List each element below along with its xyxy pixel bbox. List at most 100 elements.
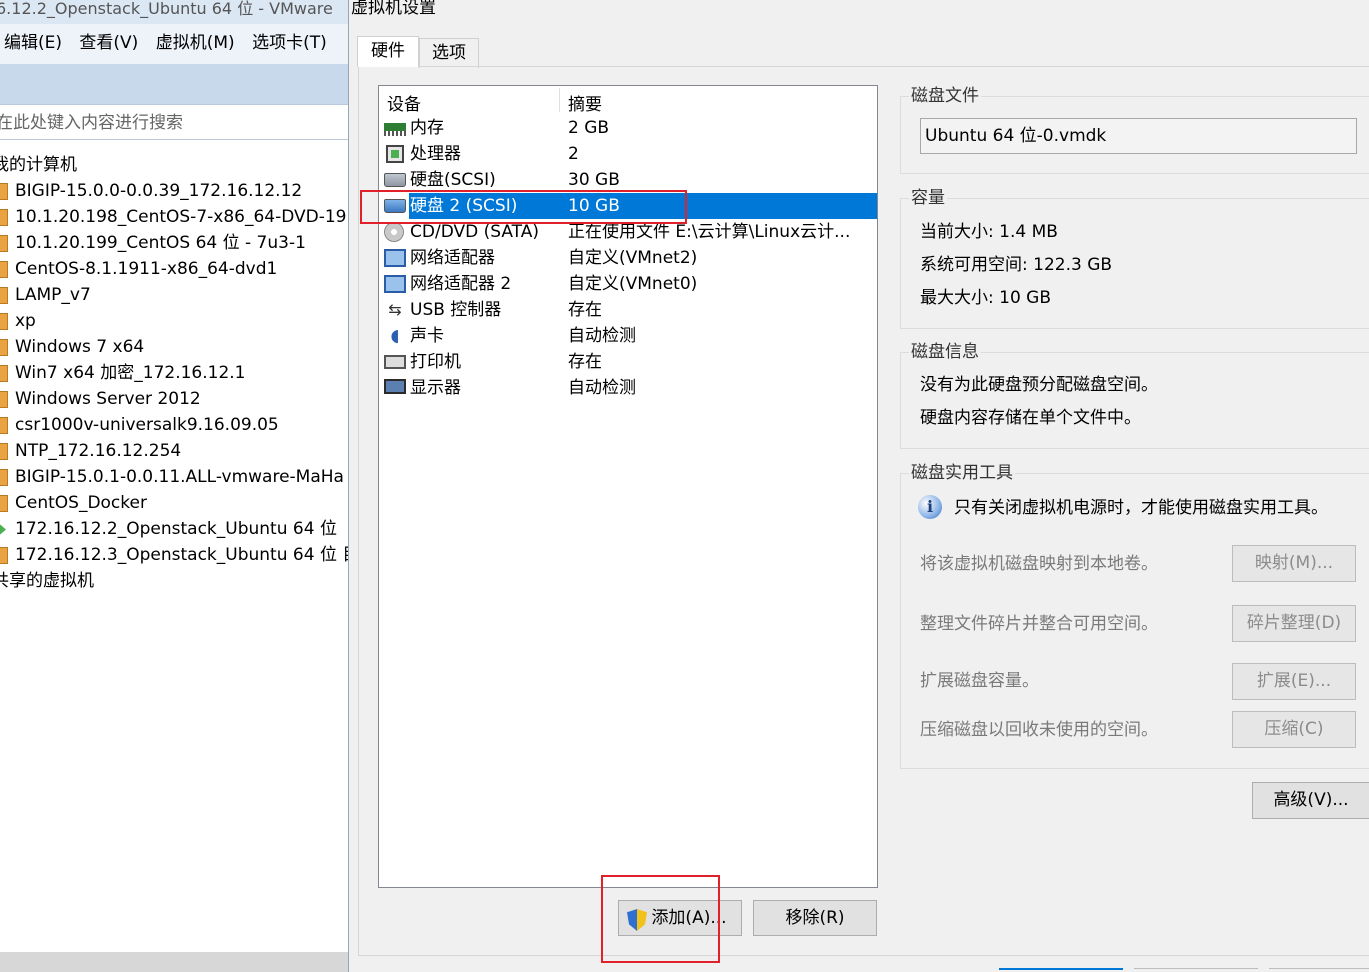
vm-icon xyxy=(0,183,8,200)
library-vm-item[interactable]: 172.16.12.2_Openstack_Ubuntu 64 位 xyxy=(0,516,352,542)
disk-utilities-group: 磁盘实用工具 i 只有关闭虚拟机电源时，才能使用磁盘实用工具。 将该虚拟机磁盘映… xyxy=(900,462,1369,769)
vmware-menu-bar: 编辑(E) 查看(V) 虚拟机(M) 选项卡(T) xyxy=(0,24,352,64)
vm-running-icon xyxy=(0,521,6,538)
add-button-label: 添加(A)... xyxy=(651,908,727,928)
library-item-label: 172.16.12.2_Openstack_Ubuntu 64 位 xyxy=(15,519,337,539)
library-item-label: 共享的虚拟机 xyxy=(0,571,94,591)
device-row[interactable]: 内存 2 GB xyxy=(379,115,877,141)
library-item-label: BIGIP-15.0.0-0.0.39_172.16.12.12 xyxy=(15,181,303,201)
vm-icon xyxy=(0,209,8,226)
disk-file-group: 磁盘文件 Ubuntu 64 位-0.vmdk xyxy=(900,85,1369,174)
add-device-button[interactable]: 添加(A)... xyxy=(618,900,742,936)
device-row[interactable]: 显示器 自动检测 xyxy=(379,375,877,401)
device-name: USB 控制器 xyxy=(410,300,502,320)
memory-icon xyxy=(384,119,406,137)
vmware-main-window: 6.12.2_Openstack_Ubuntu 64 位 - VMware 编辑… xyxy=(0,0,352,972)
library-vm-item[interactable]: Windows Server 2012 xyxy=(0,386,352,412)
compact-description: 压缩磁盘以回收未使用的空间。 xyxy=(920,720,1158,740)
library-item-label: csr1000v-universalk9.16.09.05 xyxy=(15,415,279,435)
device-name: 网络适配器 2 xyxy=(410,274,512,294)
defrag-description: 整理文件碎片并整合可用空间。 xyxy=(920,614,1158,634)
device-row[interactable]: ⇆ USB 控制器 存在 xyxy=(379,297,877,323)
device-name: CD/DVD (SATA) xyxy=(410,222,539,242)
vm-icon xyxy=(0,495,8,512)
column-header-device[interactable]: 设备 xyxy=(387,90,421,115)
vm-icon xyxy=(0,287,8,304)
device-row[interactable]: ◖ 声卡 自动检测 xyxy=(379,323,877,349)
vm-icon xyxy=(0,417,8,434)
library-item-label: 我的计算机 xyxy=(0,155,77,175)
tab-options[interactable]: 选项 xyxy=(419,38,479,68)
library-vm-item[interactable]: Windows 7 x64 xyxy=(0,334,352,360)
vm-icon xyxy=(0,443,8,460)
capacity-label: 容量 xyxy=(909,187,947,209)
library-vm-item[interactable]: xp xyxy=(0,308,352,334)
library-item-label: Win7 x64 加密_172.16.12.1 xyxy=(15,363,246,383)
library-item-label: BIGIP-15.0.1-0.0.11.ALL-vmware-MaHa xyxy=(15,467,344,487)
library-vm-item[interactable]: NTP_172.16.12.254 xyxy=(0,438,352,464)
disk-utilities-label: 磁盘实用工具 xyxy=(909,462,1015,484)
device-row[interactable]: 打印机 存在 xyxy=(379,349,877,375)
library-item-label: LAMP_v7 xyxy=(15,285,91,305)
disk-info-line-2: 硬盘内容存储在单个文件中。 xyxy=(920,408,1141,428)
device-summary: 正在使用文件 E:\云计算\Linux云计... xyxy=(568,222,851,242)
device-row[interactable]: CD/DVD (SATA) 正在使用文件 E:\云计算\Linux云计... xyxy=(379,219,877,245)
vm-icon xyxy=(0,469,8,486)
library-vm-item[interactable]: LAMP_v7 xyxy=(0,282,352,308)
device-summary: 10 GB xyxy=(568,196,620,216)
vm-icon xyxy=(0,339,8,356)
device-summary: 存在 xyxy=(568,352,602,372)
expand-button[interactable]: 扩展(E)... xyxy=(1232,663,1356,700)
library-item-label: 10.1.20.199_CentOS 64 位 - 7u3-1 xyxy=(15,233,306,253)
device-row[interactable]: 硬盘 2 (SCSI) 10 GB xyxy=(379,193,877,219)
vm-icon xyxy=(0,313,8,330)
library-vm-item[interactable]: 10.1.20.199_CentOS 64 位 - 7u3-1 xyxy=(0,230,352,256)
compact-button[interactable]: 压缩(C) xyxy=(1232,711,1356,748)
remove-device-button[interactable]: 移除(R) xyxy=(753,900,877,936)
menu-vm[interactable]: 虚拟机(M) xyxy=(152,24,241,62)
device-row[interactable]: 网络适配器 2 自定义(VMnet0) xyxy=(379,271,877,297)
defragment-button[interactable]: 碎片整理(D) xyxy=(1232,605,1356,642)
device-list[interactable]: 设备 摘要 内存 2 GB 处理器 2 硬盘(SCSI) 30 GB 硬盘 2 (SCSI)… xyxy=(378,85,878,888)
library-vm-item[interactable]: 172.16.12.3_Openstack_Ubuntu 64 位 目 xyxy=(0,542,352,568)
device-row[interactable]: 处理器 2 xyxy=(379,141,877,167)
cancel-button[interactable] xyxy=(1134,968,1258,972)
library-item-label: NTP_172.16.12.254 xyxy=(15,441,182,461)
disk-info-group: 磁盘信息 没有为此硬盘预分配磁盘空间。 硬盘内容存储在单个文件中。 xyxy=(900,341,1369,449)
tab-hardware[interactable]: 硬件 xyxy=(357,36,419,67)
max-size-text: 最大大小: 10 GB xyxy=(920,288,1052,308)
vm-icon xyxy=(0,365,8,382)
device-row[interactable]: 网络适配器 自定义(VMnet2) xyxy=(379,245,877,271)
map-button[interactable]: 映射(M)... xyxy=(1232,545,1356,582)
display-icon xyxy=(384,379,406,394)
ok-button[interactable] xyxy=(999,968,1123,972)
library-vm-item[interactable]: CentOS-8.1.1911-x86_64-dvd1 xyxy=(0,256,352,282)
library-search-input[interactable]: 在此处键入内容进行搜索 xyxy=(0,104,352,140)
device-summary: 自动检测 xyxy=(568,326,636,346)
network-adapter-icon xyxy=(384,249,406,267)
vmware-title-text: 6.12.2_Openstack_Ubuntu 64 位 - VMware xyxy=(0,0,333,18)
library-group[interactable]: 共享的虚拟机 xyxy=(0,568,352,594)
library-item-label: CentOS_Docker xyxy=(15,493,147,513)
menu-edit[interactable]: 编辑(E) xyxy=(0,24,68,62)
library-vm-item[interactable]: csr1000v-universalk9.16.09.05 xyxy=(0,412,352,438)
library-group[interactable]: 我的计算机 xyxy=(0,152,352,178)
device-row[interactable]: 硬盘(SCSI) 30 GB xyxy=(379,167,877,193)
disk-file-path-field[interactable]: Ubuntu 64 位-0.vmdk xyxy=(920,118,1357,154)
menu-tabs[interactable]: 选项卡(T) xyxy=(248,24,333,62)
vm-icon xyxy=(0,235,8,252)
help-button[interactable] xyxy=(1269,968,1369,972)
library-vm-item[interactable]: CentOS_Docker xyxy=(0,490,352,516)
library-vm-item[interactable]: Win7 x64 加密_172.16.12.1 xyxy=(0,360,352,386)
device-name: 打印机 xyxy=(410,352,461,372)
menu-view[interactable]: 查看(V) xyxy=(75,24,144,62)
column-header-summary[interactable]: 摘要 xyxy=(568,90,602,115)
library-vm-item[interactable]: BIGIP-15.0.0-0.0.39_172.16.12.12 xyxy=(0,178,352,204)
device-summary: 自动检测 xyxy=(568,378,636,398)
info-icon: i xyxy=(918,495,942,519)
device-name: 网络适配器 xyxy=(410,248,495,268)
library-vm-item[interactable]: 10.1.20.198_CentOS-7-x86_64-DVD-19 xyxy=(0,204,352,230)
device-summary: 自定义(VMnet2) xyxy=(568,248,698,268)
library-vm-item[interactable]: BIGIP-15.0.1-0.0.11.ALL-vmware-MaHa xyxy=(0,464,352,490)
advanced-button[interactable]: 高级(V)... xyxy=(1252,782,1369,819)
